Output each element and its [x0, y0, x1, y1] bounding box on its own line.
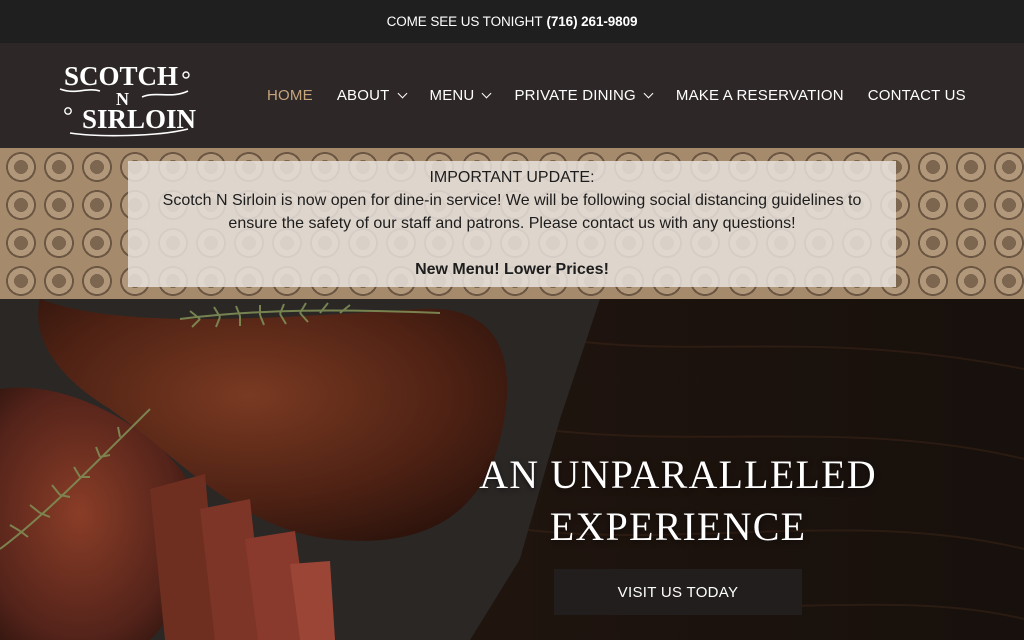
chevron-down-icon	[643, 88, 654, 99]
main-header: SCOTCH N SIRLOIN HOME ABOUT MENU PRIVATE…	[0, 43, 1024, 148]
notice-promo: New Menu! Lower Prices!	[415, 261, 609, 278]
chevron-down-icon	[482, 88, 492, 99]
top-announcement-bar: COME SEE US TONIGHT (716) 261-9809	[0, 0, 1024, 43]
hero-heading: AN UNPARALLELED EXPERIENCE	[440, 449, 916, 553]
nav-home[interactable]: HOME	[267, 87, 313, 104]
notice-title: IMPORTANT UPDATE:	[429, 169, 595, 186]
nav-private-dining-label: PRIVATE DINING	[514, 87, 636, 104]
nav-contact-us[interactable]: CONTACT US	[868, 87, 966, 104]
nav-about-label: ABOUT	[336, 87, 390, 104]
phone-link[interactable]: (716) 261-9809	[546, 14, 637, 29]
nav-about[interactable]: ABOUT	[336, 87, 407, 104]
top-bar-text: COME SEE US TONIGHT	[386, 14, 543, 29]
chevron-down-icon	[397, 88, 407, 99]
nav-menu[interactable]: MENU	[429, 87, 492, 104]
logo-line-1: SCOTCH	[64, 61, 178, 91]
notice-body: Scotch N Sirloin is now open for dine-in…	[162, 192, 862, 232]
nav-contact-us-label: CONTACT US	[867, 87, 966, 104]
hero-heading-line-1: AN UNPARALLELED	[479, 452, 877, 497]
hero-section: AN UNPARALLELED EXPERIENCE VISIT US TODA…	[0, 299, 1024, 640]
logo-line-3: SIRLOIN	[82, 104, 197, 134]
nav-home-label: HOME	[267, 87, 313, 104]
important-update-notice: IMPORTANT UPDATE: Scotch N Sirloin is no…	[128, 161, 896, 287]
nav-menu-label: MENU	[429, 87, 475, 104]
hero-heading-line-2: EXPERIENCE	[549, 504, 807, 549]
primary-nav: HOME ABOUT MENU PRIVATE DINING MAKE A RE…	[267, 43, 966, 148]
nav-make-reservation[interactable]: MAKE A RESERVATION	[676, 87, 844, 104]
visit-us-today-button[interactable]: VISIT US TODAY	[554, 569, 802, 615]
brand-logo-icon: SCOTCH N SIRLOIN	[59, 61, 197, 137]
nav-private-dining[interactable]: PRIVATE DINING	[514, 87, 654, 104]
nav-make-reservation-label: MAKE A RESERVATION	[675, 87, 844, 104]
brand-logo[interactable]: SCOTCH N SIRLOIN	[56, 55, 198, 137]
